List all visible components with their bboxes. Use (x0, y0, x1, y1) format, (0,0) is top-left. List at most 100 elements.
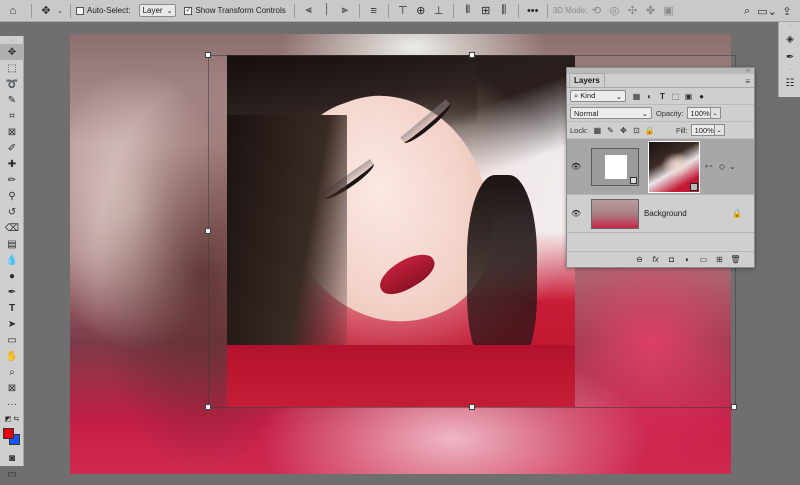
auto-select-check[interactable] (76, 6, 84, 15)
opacity-input[interactable]: 100% (686, 107, 711, 119)
transform-handle-left[interactable] (205, 228, 211, 234)
lock-transparent-icon[interactable]: ▦ (591, 124, 604, 136)
transform-handle-bottom-right[interactable] (731, 404, 737, 410)
lock-artboard-icon[interactable]: ⊡ (630, 124, 643, 136)
layers-panel-icon[interactable]: ◈ (779, 30, 800, 48)
search-icon[interactable]: ⌕ (738, 0, 756, 22)
pen-tool-icon[interactable]: ✒ (0, 284, 24, 300)
smart-object-thumbnail[interactable] (648, 140, 700, 193)
home-icon[interactable]: ⌂ (0, 0, 26, 22)
smart-filter-icon[interactable]: ◇ (719, 162, 725, 171)
distribute-center-icon[interactable]: ⊞ (477, 0, 495, 22)
foreground-color-swatch[interactable] (3, 428, 14, 439)
type-tool-icon[interactable]: T (0, 300, 24, 316)
layer-row-background[interactable]: 👁 Background 🔒 (567, 195, 754, 233)
layer-row-smart-object[interactable]: 👁 ∘⁃ ◇ ⌄ (567, 139, 754, 195)
default-colors-icon[interactable]: ◩ ⇆ (0, 412, 24, 426)
workspace-icon[interactable]: ▭⌄ (756, 0, 778, 22)
align-bottom-icon[interactable]: ⊥ (430, 0, 448, 22)
lasso-tool-icon[interactable]: ➰ (0, 76, 24, 92)
move-tool-icon[interactable]: ✥ (0, 44, 24, 60)
hand-tool-icon[interactable]: ✋ (0, 348, 24, 364)
background-layer-thumbnail[interactable] (591, 198, 639, 229)
link-layers-icon[interactable]: ⊖ (633, 254, 646, 266)
brush-tool-icon[interactable]: ✏ (0, 172, 24, 188)
lock-position-icon[interactable]: ✥ (617, 124, 630, 136)
blur-tool-icon[interactable]: 💧 (0, 252, 24, 268)
fill-dropdown-button[interactable]: ⌄ (714, 124, 725, 136)
layer-name[interactable]: Background (644, 209, 732, 218)
blend-mode-dropdown[interactable]: Normal ⌄ (570, 107, 652, 119)
auto-select-checkbox[interactable]: Auto-Select: (76, 0, 131, 22)
filter-pixel-icon[interactable]: ▦ (630, 90, 643, 102)
gradient-tool-icon[interactable]: ▤ (0, 236, 24, 252)
eyedropper-tool-icon[interactable]: ✐ (0, 140, 24, 156)
quick-select-tool-icon[interactable]: ✎ (0, 92, 24, 108)
fill-input[interactable]: 100% (690, 124, 715, 136)
clone-stamp-tool-icon[interactable]: ⚲ (0, 188, 24, 204)
filter-adjustment-icon[interactable]: ◐ (643, 90, 656, 102)
marquee-tool-icon[interactable]: ⬚ (0, 60, 24, 76)
filter-toggle-icon[interactable]: ● (695, 90, 708, 102)
lock-all-icon[interactable]: 🔒 (643, 124, 656, 136)
panel-menu-icon[interactable]: ≡ (745, 77, 750, 86)
adjustments-panel-icon[interactable]: ☷ (779, 74, 800, 92)
panel-grip[interactable]: ·· (0, 36, 24, 44)
distribute-vertical-icon[interactable]: ⦀ (459, 0, 477, 22)
layer-mask-thumbnail[interactable] (591, 147, 639, 186)
tool-preset-chevron-icon[interactable]: ⌄ (55, 0, 65, 22)
tab-layers[interactable]: Layers (569, 73, 605, 87)
eraser-tool-icon[interactable]: ⌫ (0, 220, 24, 236)
screen-mode-icon[interactable]: ▭ (0, 466, 24, 482)
visibility-eye-icon[interactable]: 👁 (567, 209, 585, 218)
more-tools-icon[interactable]: ··· (0, 396, 24, 412)
delete-layer-icon[interactable]: 🗑 (729, 254, 742, 266)
distribute-icon[interactable]: ≡ (365, 0, 383, 22)
move-tool-icon[interactable]: ✥ (37, 0, 55, 22)
zoom-tool-icon[interactable]: ⌕ (0, 364, 24, 380)
align-center-h-icon[interactable]: ⏐ (318, 0, 336, 22)
lock-image-icon[interactable]: ✎ (604, 124, 617, 136)
align-middle-icon[interactable]: ⊕ (412, 0, 430, 22)
align-left-icon[interactable]: ⫷ (300, 0, 318, 22)
show-transform-check[interactable]: ✓ (184, 6, 193, 15)
dock-grip[interactable]: ·· (779, 66, 800, 74)
adjustment-layer-icon[interactable]: ◐ (681, 254, 694, 266)
add-mask-icon[interactable]: ◘ (665, 254, 678, 266)
new-layer-icon[interactable]: ⊞ (713, 254, 726, 266)
lock-icon[interactable]: 🔒 (732, 209, 742, 218)
filter-shape-icon[interactable]: ⬚ (669, 90, 682, 102)
expand-chevron-icon[interactable]: ⌄ (729, 162, 736, 171)
filter-type-icon[interactable]: T (656, 90, 669, 102)
filter-kind-dropdown[interactable]: ⌕ Kind ⌄ (570, 90, 626, 102)
fx-icon[interactable]: fx (649, 254, 662, 266)
show-transform-checkbox[interactable]: ✓ Show Transform Controls (184, 0, 286, 22)
align-top-icon[interactable]: ⊤ (394, 0, 412, 22)
more-options-icon[interactable]: ••• (524, 0, 542, 22)
quick-mask-icon[interactable]: ◙ (0, 450, 24, 466)
rectangle-tool-icon[interactable]: ▭ (0, 332, 24, 348)
history-brush-tool-icon[interactable]: ↺ (0, 204, 24, 220)
healing-brush-tool-icon[interactable]: ✚ (0, 156, 24, 172)
distribute-horizontal-icon[interactable]: ⫼ (495, 0, 513, 22)
path-selection-tool-icon[interactable]: ➤ (0, 316, 24, 332)
transform-handle-bottom-left[interactable] (205, 404, 211, 410)
align-right-icon[interactable]: ⫸ (336, 0, 354, 22)
link-icon[interactable]: ∘⁃ (704, 162, 713, 171)
brush-settings-icon[interactable]: ✒ (779, 48, 800, 66)
transform-handle-bottom[interactable] (469, 404, 475, 410)
dock-collapse-icon[interactable]: ·· (779, 22, 800, 30)
crop-tool-icon[interactable]: ⌗ (0, 108, 24, 124)
transform-handle-top[interactable] (469, 52, 475, 58)
new-group-icon[interactable]: ▭ (697, 254, 710, 266)
transform-handle-top-left[interactable] (205, 52, 211, 58)
opacity-dropdown-button[interactable]: ⌄ (710, 107, 721, 119)
visibility-eye-icon[interactable]: 👁 (567, 162, 585, 171)
share-icon[interactable]: ⇪ (778, 0, 796, 22)
dodge-tool-icon[interactable]: ● (0, 268, 24, 284)
frame-tool-icon[interactable]: ⊠ (0, 124, 24, 140)
edit-toolbar-icon[interactable]: ⊠ (0, 380, 24, 396)
filter-smart-object-icon[interactable]: ▣ (682, 90, 695, 102)
lock-label: Lock: (570, 125, 588, 135)
auto-select-target-dropdown[interactable]: Layer ⌄ (138, 4, 177, 17)
